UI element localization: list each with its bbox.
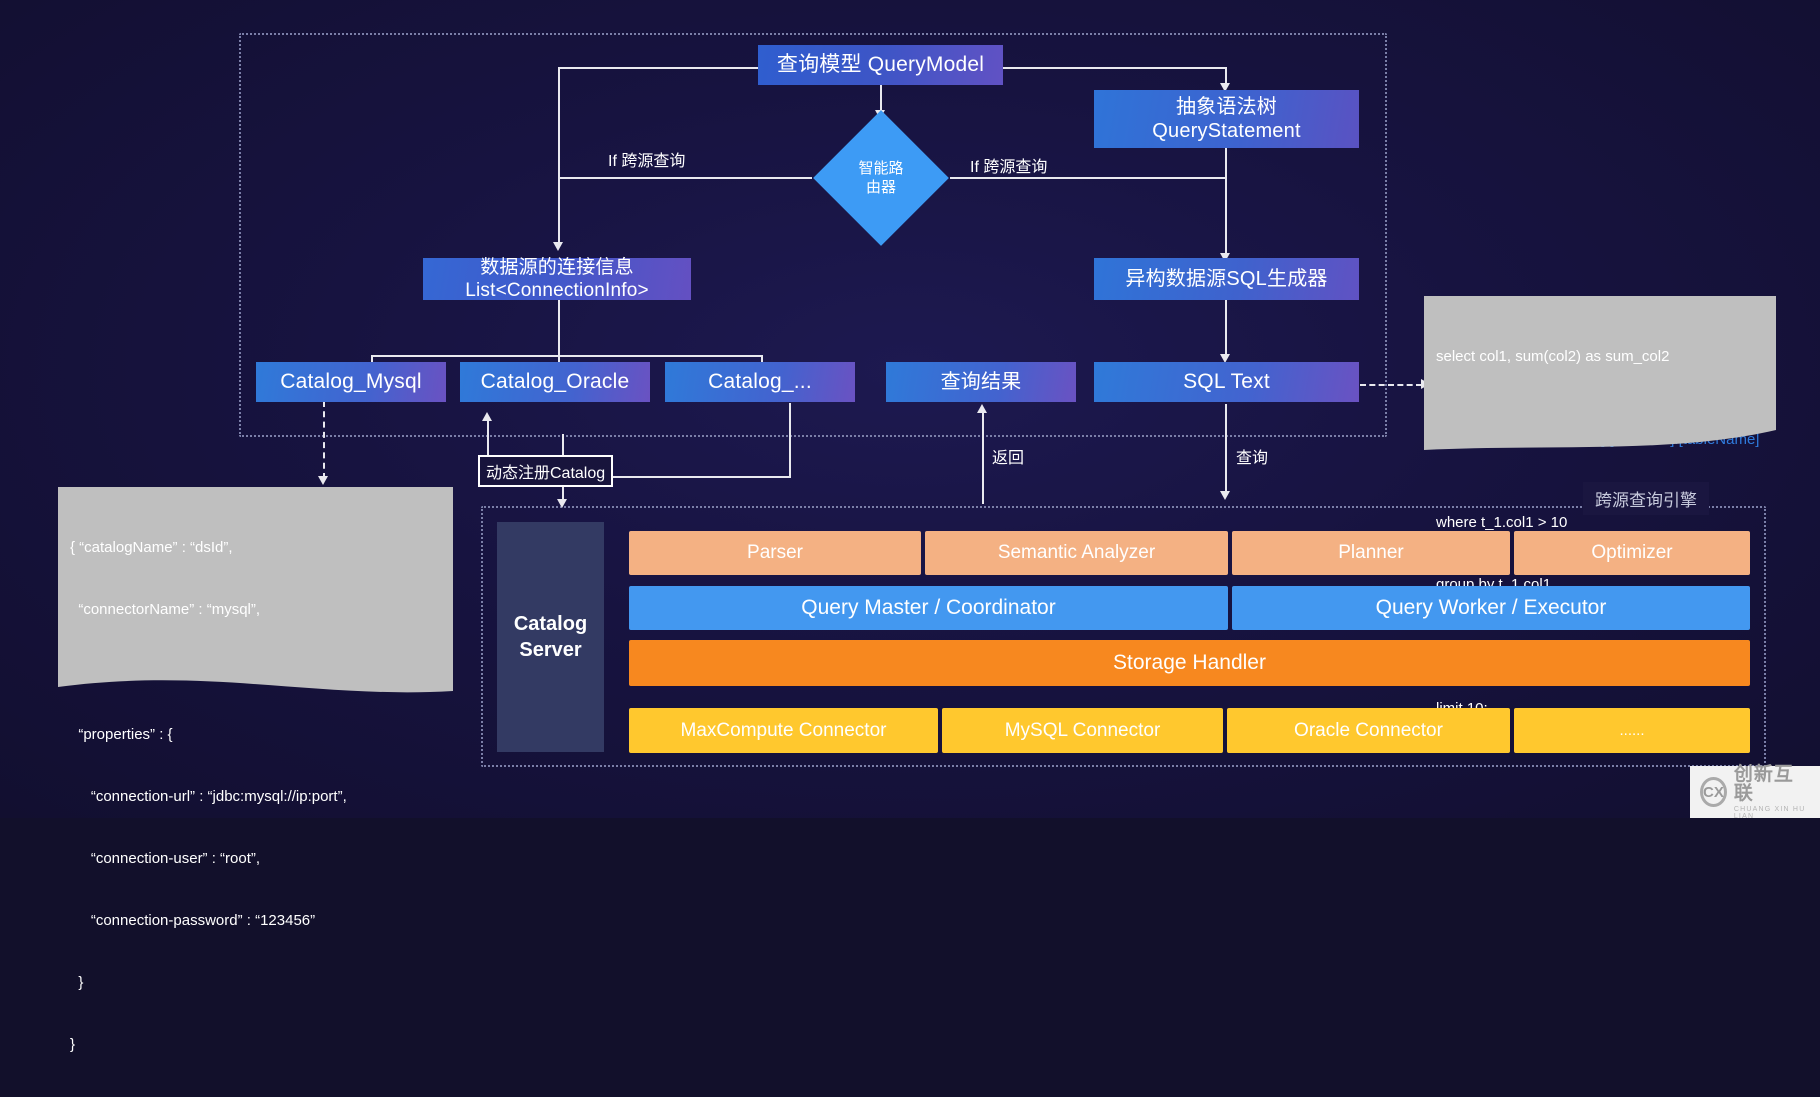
json-note-line1: { “catalogName” : “dsId”, xyxy=(70,539,233,557)
engine-cell-storage-handler[interactable]: Storage Handler xyxy=(629,640,1750,686)
json-note-line4: “properties” : { xyxy=(70,725,173,743)
engine-cell-semantic-analyzer-label: Semantic Analyzer xyxy=(997,542,1156,563)
engine-cell-query-master[interactable]: Query Master / Coordinator xyxy=(629,586,1228,630)
arrow-register-down xyxy=(557,499,567,508)
node-connection-info[interactable]: 数据源的连接信息 List<ConnectionInfo> xyxy=(423,256,691,301)
node-connection-info-line1: 数据源的连接信息 xyxy=(480,256,634,278)
node-query-statement-line1: 抽象语法树 xyxy=(1176,95,1277,118)
engine-cell-query-worker-label: Query Worker / Executor xyxy=(1375,596,1607,619)
engine-cell-semantic-analyzer[interactable]: Semantic Analyzer xyxy=(925,531,1228,575)
node-catalog-more-label: Catalog_... xyxy=(708,370,812,394)
edge-querymodel-left-h xyxy=(558,67,758,69)
engine-cell-query-worker[interactable]: Query Worker / Executor xyxy=(1232,586,1750,630)
arrow-register-catalog xyxy=(482,412,492,421)
diagram-canvas: 查询模型 QueryModel 抽象语法树 QueryStatement 智能路… xyxy=(0,0,1820,1053)
edge-querymodel-left-v xyxy=(558,67,560,247)
json-note-curl xyxy=(58,651,453,693)
node-smart-router[interactable]: 智能路 由器 xyxy=(813,110,949,246)
edge-register-up-v2 xyxy=(789,403,791,478)
sql-note: select col1, sum(col2) as sum_col2 From … xyxy=(1424,296,1776,717)
node-sql-text[interactable]: SQL Text xyxy=(1094,362,1359,402)
engine-cell-planner-label: Planner xyxy=(1338,542,1404,563)
node-sql-generator[interactable]: 异构数据源SQL生成器 xyxy=(1094,258,1359,300)
node-query-result[interactable]: 查询结果 xyxy=(886,362,1076,402)
arrow-query xyxy=(1220,491,1230,500)
engine-title: 跨源查询引擎 xyxy=(1583,482,1709,515)
node-smart-router-line1: 智能路 xyxy=(858,159,904,177)
engine-cell-oracle-connector-label: Oracle Connector xyxy=(1294,719,1443,741)
engine-cell-parser-label: Parser xyxy=(747,542,803,563)
engine-cell-planner[interactable]: Planner xyxy=(1232,531,1510,575)
watermark-name-cn: 创新互联 xyxy=(1733,763,1794,804)
watermark-logo-icon: CX xyxy=(1700,777,1727,807)
node-sql-generator-label: 异构数据源SQL生成器 xyxy=(1125,267,1328,290)
node-catalog-mysql[interactable]: Catalog_Mysql xyxy=(256,362,446,402)
engine-cell-query-master-label: Query Master / Coordinator xyxy=(801,596,1056,619)
json-note-line6: “connection-user” : “root”, xyxy=(70,849,261,867)
engine-cell-storage-handler-label: Storage Handler xyxy=(1113,651,1266,674)
node-catalog-mysql-label: Catalog_Mysql xyxy=(280,370,422,394)
node-smart-router-line2: 由器 xyxy=(865,179,896,196)
engine-cell-more-connector[interactable]: ...... xyxy=(1514,708,1750,753)
arrow-querymodel-connectioninfo xyxy=(553,242,563,251)
edge-label-query: 查询 xyxy=(1236,450,1269,467)
catalog-server[interactable]: Catalog Server xyxy=(497,522,604,752)
edge-label-if-cross-source-right: If 跨源查询 xyxy=(970,159,1048,176)
node-connection-info-line2: List<ConnectionInfo> xyxy=(465,280,649,301)
node-catalog-oracle[interactable]: Catalog_Oracle xyxy=(460,362,650,402)
sql-note-line1: select col1, sum(col2) as sum_col2 xyxy=(1436,348,1670,366)
edge-generator-sqltext xyxy=(1225,300,1227,358)
diagram-layer: 查询模型 QueryModel 抽象语法树 QueryStatement 智能路… xyxy=(0,0,1820,1053)
json-note: { “catalogName” : “dsId”, “connectorName… xyxy=(58,487,453,1053)
node-query-statement-line2: QueryStatement xyxy=(1152,120,1301,142)
arrow-catalog-jsonnote xyxy=(318,476,328,485)
edge-catalog-jsonnote xyxy=(323,401,325,479)
node-smart-router-label: 智能路 由器 xyxy=(813,130,949,226)
node-query-result-label: 查询结果 xyxy=(940,370,1022,393)
engine-cell-maxcompute-connector[interactable]: MaxCompute Connector xyxy=(629,708,938,753)
engine-cell-parser[interactable]: Parser xyxy=(629,531,921,575)
edge-conninfo-bus-h xyxy=(371,355,761,357)
node-sql-text-label: SQL Text xyxy=(1183,370,1270,394)
edge-label-return: 返回 xyxy=(992,450,1025,467)
node-query-statement[interactable]: 抽象语法树 QueryStatement xyxy=(1094,90,1359,148)
node-catalog-oracle-label: Catalog_Oracle xyxy=(480,370,630,394)
engine-cell-mysql-connector-label: MySQL Connector xyxy=(1004,719,1161,741)
edge-conninfo-bus-v xyxy=(558,300,560,356)
engine-cell-optimizer-label: Optimizer xyxy=(1591,542,1673,563)
watermark-name-en: CHUANG XIN HU LIAN xyxy=(1733,805,1806,820)
edge-return xyxy=(982,412,984,504)
json-note-line8: } xyxy=(70,973,84,991)
node-query-model[interactable]: 查询模型 QueryModel xyxy=(758,45,1003,85)
engine-cell-maxcompute-connector-label: MaxCompute Connector xyxy=(680,719,887,741)
engine-cell-optimizer[interactable]: Optimizer xyxy=(1514,531,1750,575)
watermark: CX 创新互联 CHUANG XIN HU LIAN xyxy=(1690,765,1820,820)
catalog-server-line2: Server xyxy=(519,639,582,661)
json-note-line9: } xyxy=(70,1035,76,1053)
engine-cell-mysql-connector[interactable]: MySQL Connector xyxy=(942,708,1223,753)
json-note-line2: “connectorName” : “mysql”, xyxy=(70,601,261,619)
engine-cell-oracle-connector[interactable]: Oracle Connector xyxy=(1227,708,1510,753)
json-note-line5: “connection-url” : “jdbc:mysql://ip:port… xyxy=(70,787,347,805)
watermark-text: 创新互联 CHUANG XIN HU LIAN xyxy=(1734,765,1810,820)
edge-label-dynamic-register-catalog: 动态注册Catalog xyxy=(478,455,614,487)
engine-cell-more-connector-label: ...... xyxy=(1619,722,1645,739)
sql-note-curl xyxy=(1424,410,1776,450)
edge-ast-generator xyxy=(1225,148,1227,258)
edge-querymodel-router xyxy=(880,85,882,113)
catalog-server-line1: Catalog xyxy=(513,613,588,635)
arrow-return xyxy=(977,404,987,413)
edge-router-left xyxy=(558,177,812,179)
edge-querymodel-ast-h xyxy=(1003,67,1225,69)
json-note-line7: “connection-password” : “123456” xyxy=(70,911,316,929)
edge-label-if-cross-source-left: If 跨源查询 xyxy=(608,153,686,170)
node-query-model-label: 查询模型 QueryModel xyxy=(776,53,985,77)
edge-query xyxy=(1225,404,1227,496)
edge-router-right xyxy=(950,177,1225,179)
edge-sqltext-note xyxy=(1360,384,1422,386)
node-catalog-more[interactable]: Catalog_... xyxy=(665,362,855,402)
